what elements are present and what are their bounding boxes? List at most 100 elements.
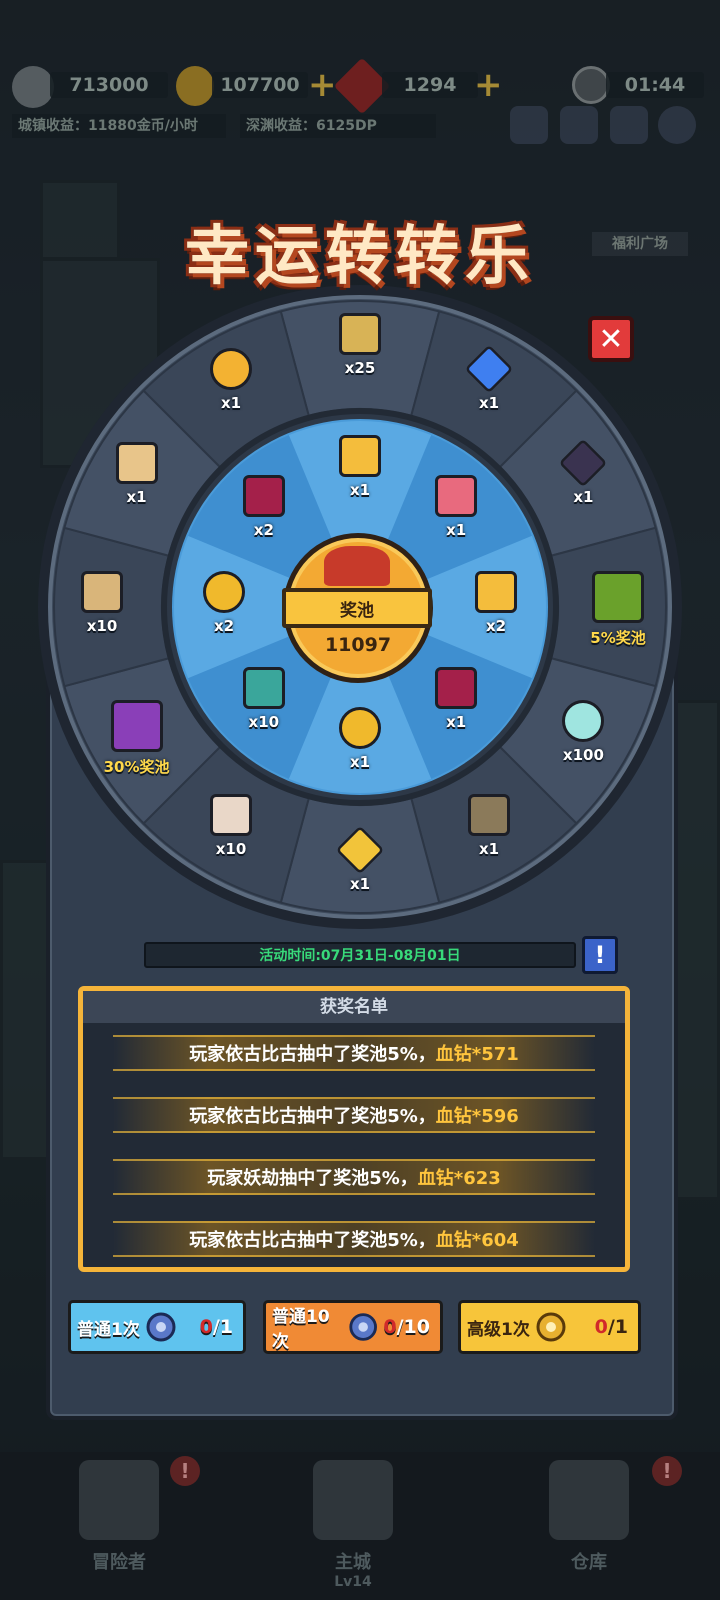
add-gems-button[interactable]: + — [474, 68, 503, 102]
prize-quantity: x10 — [248, 713, 280, 732]
warehouse-icon — [549, 1460, 629, 1540]
gold-ticket-icon — [335, 825, 385, 875]
wheel-prize: x2 — [451, 571, 541, 635]
add-gold-button[interactable]: + — [308, 68, 337, 102]
nav-warehouse-label: 仓库 — [571, 1552, 607, 1573]
wheel-prize: x2 — [179, 571, 269, 635]
spin-total: /1 — [607, 1316, 628, 1338]
red-envelope-icon — [435, 667, 478, 710]
spin-total: /1 — [212, 1316, 233, 1338]
character-icon[interactable] — [560, 106, 598, 144]
nav-main-city[interactable]: 主城 Lv14 — [278, 1460, 428, 1590]
welfare-square-label[interactable]: 福利广场 — [592, 232, 688, 256]
prize-quantity: x1 — [478, 840, 500, 859]
close-icon: ✕ — [598, 321, 624, 357]
main-city-level: Lv14 — [334, 1574, 372, 1590]
green-envelope-icon — [242, 667, 285, 710]
alert-badge: ! — [170, 1456, 200, 1486]
spin-premium-1-button[interactable]: 高级1次 0/1 — [458, 1300, 641, 1354]
nav-main-city-label: 主城 — [335, 1552, 371, 1573]
prize-quantity: x1 — [478, 393, 500, 412]
alert-badge: ! — [652, 1456, 682, 1486]
prize-quantity: x1 — [573, 488, 594, 506]
close-button[interactable]: ✕ — [588, 316, 634, 362]
event-title: 幸运转转乐 — [185, 220, 535, 294]
knight-helmet-icon — [79, 1460, 159, 1540]
spin-normal-1-button[interactable]: 普通1次 0/1 — [68, 1300, 246, 1354]
prize-pool-label: 奖池 — [282, 588, 432, 628]
wheel-prize: x1 — [186, 347, 276, 412]
spin-label: 普通1次 — [77, 1319, 140, 1340]
wheel-prize: x10 — [57, 571, 147, 635]
wheel-prize: x1 — [538, 438, 628, 506]
red-envelope-icon — [242, 474, 285, 517]
wheel-prize: x1 — [411, 667, 501, 731]
gold-value: 107700 — [212, 72, 308, 98]
wheel-prize: x10 — [186, 794, 276, 858]
winner-reward: 血钻*571 — [435, 1044, 519, 1065]
winner-reward: 血钻*623 — [417, 1168, 501, 1189]
info-button[interactable]: ! — [582, 936, 618, 974]
prize-quantity: x1 — [446, 520, 467, 539]
prize-quantity: x1 — [349, 481, 371, 499]
blue-crystal-icon — [464, 344, 514, 393]
castle-icon — [313, 1460, 393, 1540]
heroes-icon[interactable] — [510, 106, 548, 144]
winners-list: 获奖名单 玩家依古比古抽中了奖池5%，血钻*571 玩家依古比古抽中了奖池5%，… — [78, 986, 630, 1272]
red-gem-pile-icon — [324, 546, 390, 586]
winner-reward: 血钻*604 — [435, 1230, 519, 1251]
potion-bottle-icon — [210, 794, 252, 837]
gold-gear-icon — [536, 1312, 566, 1342]
spin-count: 0/1 — [595, 1316, 628, 1338]
nav-warehouse[interactable]: 仓库 — [514, 1460, 664, 1574]
wheel-prize: x1 — [92, 442, 182, 506]
nav-adventurer-label: 冒险者 — [92, 1552, 146, 1573]
diamond-shop-icon[interactable] — [610, 106, 648, 144]
green-chest-icon — [592, 571, 644, 623]
wheel-prize: x2 — [219, 474, 309, 539]
dark-gem-icon — [559, 438, 608, 488]
prize-quantity: x25 — [344, 359, 376, 377]
spin-count: 0/1 — [200, 1316, 233, 1338]
purple-chest-icon — [110, 700, 163, 752]
winner-text: 玩家妖劫抽中了奖池5%， — [207, 1168, 418, 1189]
prize-pool[interactable]: 奖池 11097 — [282, 533, 433, 683]
prize-quantity: x100 — [562, 746, 604, 764]
sword-icon — [12, 66, 54, 108]
potion-set-icon — [435, 474, 478, 517]
tag-icon — [115, 442, 158, 484]
prize-quantity: x1 — [446, 713, 467, 732]
gold-flower-icon — [210, 347, 252, 390]
prize-quantity: x1 — [349, 753, 371, 771]
spin-label: 普通10次 — [272, 1307, 330, 1352]
spin-used: 0 — [594, 1316, 608, 1338]
prize-quantity: x1 — [349, 875, 371, 893]
gold-boot-icon — [475, 571, 517, 613]
spin-used: 0 — [383, 1316, 397, 1338]
gems-value: 1294 — [382, 72, 478, 98]
settings-gear-icon[interactable] — [658, 106, 696, 144]
gold-crate-icon — [339, 313, 381, 355]
winner-row: 玩家妖劫抽中了奖池5%，血钻*623 — [113, 1159, 595, 1195]
event-time: 活动时间:07月31日-08月01日 — [144, 942, 576, 968]
wheel-prize: x1 — [444, 794, 534, 858]
winner-text: 玩家依古比古抽中了奖池5%， — [189, 1044, 436, 1065]
city-income: 城镇收益：11880金币/小时 — [12, 114, 226, 138]
prize-quantity: x1 — [220, 393, 242, 412]
scroll-roll-icon — [468, 794, 510, 837]
wheel-prize: x25 — [315, 313, 405, 377]
power-value: 713000 — [50, 72, 168, 98]
wheel-prize: 5%奖池 — [573, 571, 663, 648]
prize-quantity: x2 — [213, 617, 235, 635]
spin-normal-10-button[interactable]: 普通10次 0/10 — [263, 1300, 443, 1354]
rainbow-orb-icon — [562, 700, 605, 742]
gold-coin-icon — [203, 571, 245, 613]
blue-gear-icon — [349, 1313, 377, 1341]
prize-quantity: x2 — [253, 520, 274, 539]
parchment-icon — [81, 571, 123, 613]
prize-pool-value: 11097 — [324, 634, 392, 656]
winner-text: 玩家依古比古抽中了奖池5%， — [189, 1230, 436, 1251]
prize-quantity: x10 — [86, 617, 118, 635]
prize-quantity: x1 — [126, 488, 147, 506]
abyss-income: 深渊收益：6125DP — [240, 114, 436, 138]
